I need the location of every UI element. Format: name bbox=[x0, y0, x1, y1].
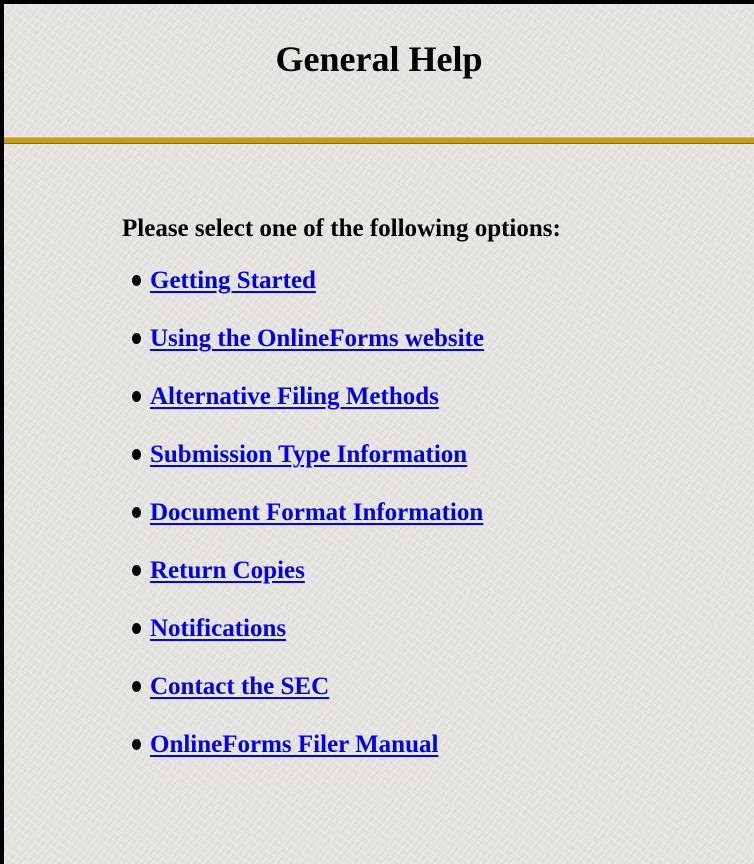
option-contact-sec: Contact the SEC bbox=[132, 672, 484, 701]
bullet-icon bbox=[132, 507, 141, 518]
bullet-icon bbox=[132, 565, 141, 576]
header-divider bbox=[4, 137, 754, 144]
option-filer-manual: OnlineForms Filer Manual bbox=[132, 730, 484, 759]
help-options-list: Getting Started Using the OnlineForms we… bbox=[132, 266, 484, 788]
bullet-icon bbox=[132, 333, 141, 344]
bullet-icon bbox=[132, 275, 141, 286]
using-onlineforms-link[interactable]: Using the OnlineForms website bbox=[150, 325, 484, 352]
option-notifications: Notifications bbox=[132, 614, 484, 643]
contact-sec-link[interactable]: Contact the SEC bbox=[150, 673, 329, 700]
bullet-icon bbox=[132, 623, 141, 634]
submission-type-link[interactable]: Submission Type Information bbox=[150, 441, 467, 468]
alternative-filing-link[interactable]: Alternative Filing Methods bbox=[150, 383, 439, 410]
getting-started-link[interactable]: Getting Started bbox=[150, 267, 316, 294]
document-format-link[interactable]: Document Format Information bbox=[150, 499, 483, 526]
option-using-onlineforms: Using the OnlineForms website bbox=[132, 324, 484, 353]
page-title: General Help bbox=[275, 39, 483, 79]
option-document-format: Document Format Information bbox=[132, 498, 484, 527]
help-page: General Help Please select one of the fo… bbox=[0, 0, 754, 864]
bullet-icon bbox=[132, 739, 141, 750]
bullet-icon bbox=[132, 681, 141, 692]
option-getting-started: Getting Started bbox=[132, 266, 484, 295]
return-copies-link[interactable]: Return Copies bbox=[150, 557, 305, 584]
filer-manual-link[interactable]: OnlineForms Filer Manual bbox=[150, 731, 438, 758]
options-prompt: Please select one of the following optio… bbox=[122, 215, 561, 242]
bullet-icon bbox=[132, 391, 141, 402]
bullet-icon bbox=[132, 449, 141, 460]
option-submission-type: Submission Type Information bbox=[132, 440, 484, 469]
option-alternative-filing: Alternative Filing Methods bbox=[132, 382, 484, 411]
option-return-copies: Return Copies bbox=[132, 556, 484, 585]
notifications-link[interactable]: Notifications bbox=[150, 615, 286, 642]
